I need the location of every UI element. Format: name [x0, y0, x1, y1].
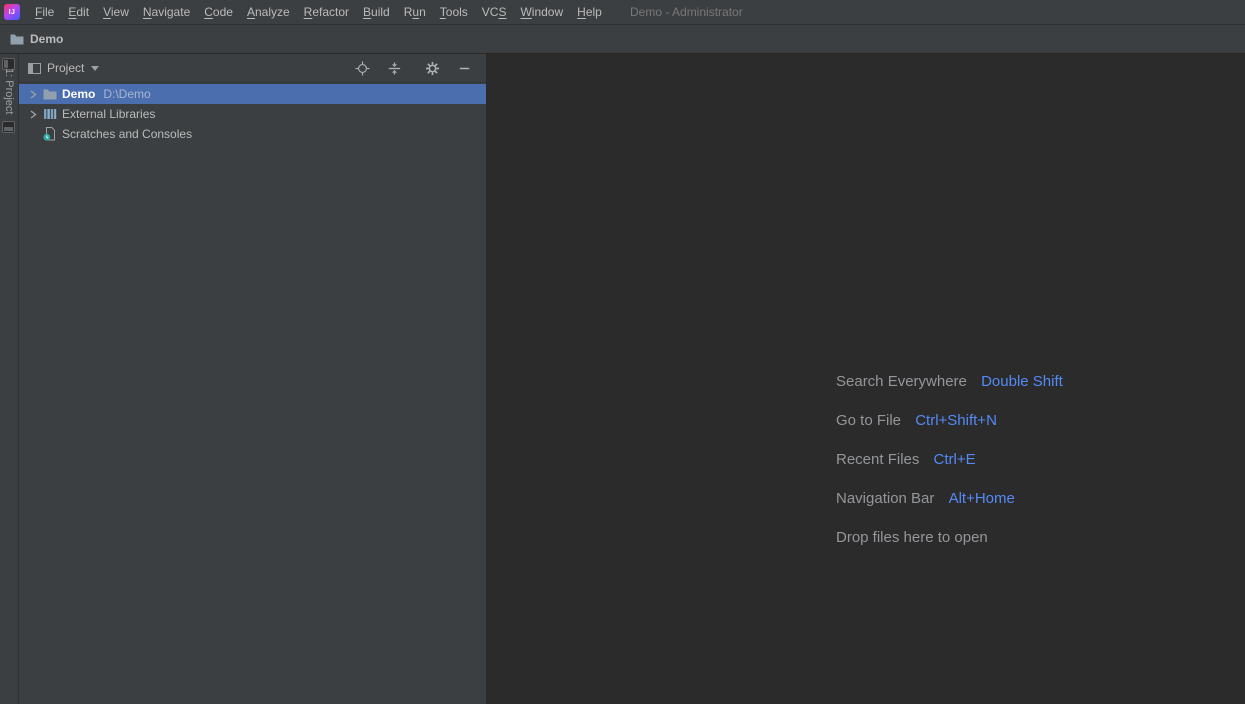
chevron-down-icon[interactable] — [91, 65, 100, 71]
scratches-icon — [42, 126, 58, 142]
panel-view-icon — [28, 62, 41, 75]
hint-action-label: Search Everywhere — [836, 373, 967, 390]
shortcut-hint: Navigation Bar Alt+Home — [836, 479, 1063, 518]
window-title: Demo - Administrator — [630, 5, 743, 19]
tree-row-demo[interactable]: Demo D:\Demo — [19, 84, 486, 104]
hint-shortcut-keys: Ctrl+Shift+N — [915, 412, 997, 429]
project-tool-window-label[interactable]: 1: Project — [1, 68, 15, 114]
menu-item-edit[interactable]: Edit — [61, 0, 96, 25]
tree-item-name: External Libraries — [62, 107, 156, 121]
folder-icon — [42, 86, 58, 102]
menu-item-code[interactable]: Code — [197, 0, 240, 25]
hint-action-label: Drop files here to open — [836, 529, 988, 546]
menu-item-vcs[interactable]: VCS — [475, 0, 514, 25]
project-panel-header: Project — [19, 54, 486, 83]
menu-item-analyze[interactable]: Analyze — [240, 0, 297, 25]
hint-action-label: Go to File — [836, 412, 902, 429]
logo-text: IJ — [8, 8, 16, 16]
menu-item-refactor[interactable]: Refactor — [297, 0, 356, 25]
shortcut-hint: Drop files here to open — [836, 518, 1063, 557]
menu-items: File Edit View Navigate Code Analyze Refactor B… — [28, 0, 609, 24]
settings-gear-icon[interactable] — [422, 58, 442, 78]
menu-item-window[interactable]: Window — [513, 0, 570, 25]
chevron-right-icon[interactable] — [25, 88, 40, 101]
tree-row-external-libraries[interactable]: External Libraries — [19, 104, 486, 124]
menu-item-run[interactable]: Run — [397, 0, 433, 25]
tree-row-scratches-and-consoles[interactable]: Scratches and Consoles — [19, 124, 486, 144]
panel-header-toolbar — [352, 58, 478, 78]
menu-item-build[interactable]: Build — [356, 0, 397, 25]
editor-area: Search Everywhere Double Shift Go to Fil… — [487, 54, 1245, 704]
hint-action-label: Recent Files — [836, 451, 920, 468]
shortcut-hint: Search Everywhere Double Shift — [836, 362, 1063, 401]
editor-shortcut-hints: Search Everywhere Double Shift Go to Fil… — [836, 362, 1063, 557]
menu-item-file[interactable]: File — [28, 0, 61, 25]
chevron-right-icon[interactable] — [25, 108, 40, 121]
tree-item-name: Demo — [62, 87, 96, 101]
menu-item-tools[interactable]: Tools — [433, 0, 475, 25]
main-area: 1: Project Project Demo D:\Demo External… — [0, 54, 1245, 704]
tree-item-name: Scratches and Consoles — [62, 127, 193, 141]
panel-title[interactable]: Project — [47, 61, 84, 75]
navigation-bar: Demo — [0, 25, 1245, 54]
hint-shortcut-keys: Double Shift — [981, 373, 1063, 390]
folder-icon — [9, 31, 25, 47]
favorites-tool-window-icon[interactable] — [2, 120, 15, 138]
menu-item-view[interactable]: View — [96, 0, 136, 25]
tree-item-path: D:\Demo — [103, 87, 151, 101]
shortcut-hint: Recent Files Ctrl+E — [836, 440, 1063, 479]
hint-shortcut-keys: Alt+Home — [948, 490, 1015, 507]
hint-shortcut-keys: Ctrl+E — [933, 451, 976, 468]
project-tree: Demo D:\Demo External Libraries Scratche… — [19, 83, 486, 704]
shortcut-hint: Go to File Ctrl+Shift+N — [836, 401, 1063, 440]
hint-action-label: Navigation Bar — [836, 490, 935, 507]
intellij-window: IJ File Edit View Navigate Code Analyze Refact… — [0, 0, 1245, 704]
locate-icon[interactable] — [352, 58, 372, 78]
menu-bar: IJ File Edit View Navigate Code Analyze Refact… — [0, 0, 1245, 25]
left-tool-stripe: 1: Project — [0, 54, 19, 704]
collapse-all-icon[interactable] — [384, 58, 404, 78]
external-libraries-icon — [42, 106, 58, 122]
hide-panel-icon[interactable] — [454, 58, 474, 78]
project-tool-window: Project Demo D:\Demo External Libraries … — [19, 54, 487, 704]
menu-item-navigate[interactable]: Navigate — [136, 0, 197, 25]
breadcrumb-item-demo[interactable]: Demo — [30, 32, 63, 46]
intellij-logo-icon[interactable]: IJ — [4, 4, 20, 20]
menu-item-help[interactable]: Help — [570, 0, 609, 25]
